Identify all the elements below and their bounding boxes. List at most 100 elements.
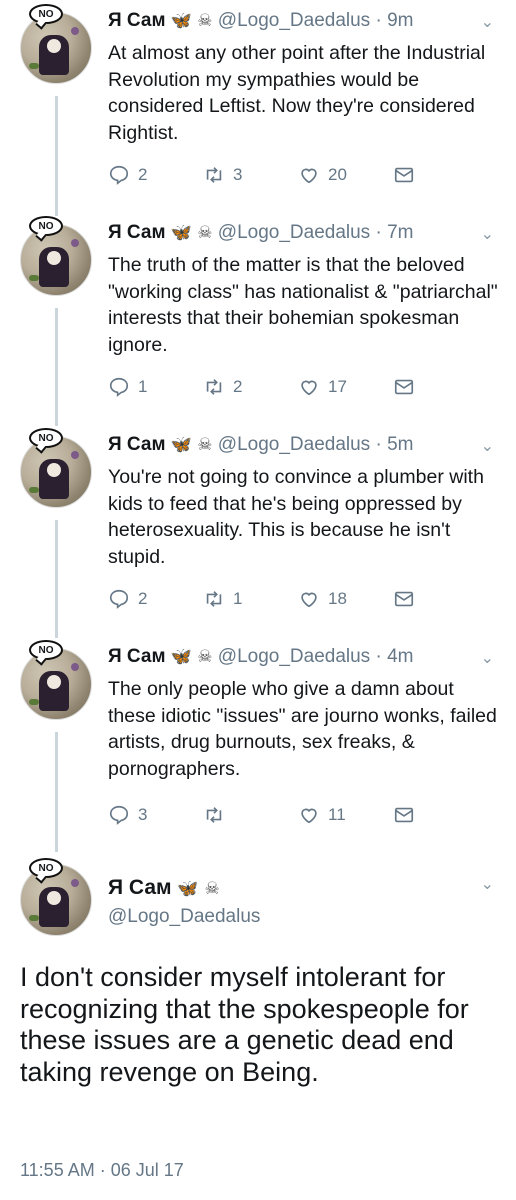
retweet-button[interactable] [203,804,298,826]
user-handle[interactable]: @Logo_Daedalus [108,906,260,928]
chevron-down-icon[interactable]: ⌄ [481,12,494,32]
tweet-time[interactable]: 9m [387,10,413,31]
reply-icon [109,165,129,185]
tweet-text: The truth of the matter is that the belo… [108,254,498,356]
direct-message-button[interactable] [393,588,423,610]
separator-dot: · [375,646,382,667]
tweet-actions: 2 3 20 [108,164,423,186]
focused-tweet-header: Я Сам 🦋 ☠ [108,876,220,900]
envelope-icon [394,167,414,183]
tweet-text: The only people who give a damn about th… [108,678,497,780]
heart-icon [301,808,317,824]
skull-icon: ☠ [197,223,213,242]
tweet-header: Я Сам 🦋 ☠ @Logo_Daedalus · 4m [108,646,413,668]
display-name[interactable]: Я Сам [108,646,166,667]
avatar-no-bubble: NO [29,4,63,24]
reply-count: 1 [138,377,148,396]
tweet[interactable]: NO Я Сам 🦋 ☠ @Logo_Daedalus · 9m ⌄ At al… [0,0,516,212]
like-count: 17 [328,377,347,396]
like-button[interactable]: 17 [298,376,393,398]
display-name[interactable]: Я Сам [108,10,166,31]
direct-message-button[interactable] [393,376,423,398]
like-button[interactable]: 20 [298,164,393,186]
tweet-header: Я Сам 🦋 ☠ @Logo_Daedalus · 5m [108,434,413,456]
skull-icon: ☠ [204,879,220,898]
envelope-icon [394,807,414,823]
retweet-icon [206,591,222,607]
reply-icon [109,805,129,825]
reply-icon [109,377,129,397]
reply-button[interactable]: 2 [108,588,203,610]
avatar-no-bubble: NO [29,640,63,660]
avatar[interactable] [20,436,92,508]
retweet-count: 3 [233,165,243,184]
user-handle[interactable]: @Logo_Daedalus [218,434,370,455]
tweet-header: Я Сам 🦋 ☠ @Logo_Daedalus · 7m [108,222,413,244]
avatar-no-bubble: NO [29,216,63,236]
focused-tweet-text: I don't consider myself intolerant for r… [20,962,469,1087]
heart-icon [301,380,317,396]
tweet-text: At almost any other point after the Indu… [108,42,486,144]
direct-message-button[interactable] [393,164,423,186]
like-count: 18 [328,589,347,608]
butterfly-icon: 🦋 [177,879,199,898]
skull-icon: ☠ [197,647,213,666]
separator-dot: · [375,434,382,455]
tweet-timestamp[interactable]: 11:55 AM · 06 Jul 17 [20,1160,184,1181]
tweet[interactable]: NO Я Сам 🦋 ☠ @Logo_Daedalus · 7m ⌄ The t… [0,212,516,424]
retweet-icon [206,379,222,395]
tweet-actions: 1 2 17 [108,376,423,398]
tweet-time[interactable]: 7m [387,222,413,243]
chevron-down-icon[interactable]: ⌄ [481,648,494,668]
reply-icon [109,589,129,609]
tweet-header: Я Сам 🦋 ☠ @Logo_Daedalus · 9m [108,10,413,32]
butterfly-icon: 🦋 [170,223,192,242]
chevron-down-icon[interactable]: ⌄ [481,224,494,244]
envelope-icon [394,379,414,395]
tweet-time[interactable]: 4m [387,646,413,667]
retweet-icon [206,807,222,823]
tweet[interactable]: NO Я Сам 🦋 ☠ @Logo_Daedalus · 5m ⌄ You'r… [0,424,516,636]
display-name[interactable]: Я Сам [108,876,172,899]
separator-dot: · [375,10,382,31]
retweet-icon [206,167,222,183]
skull-icon: ☠ [197,11,213,30]
avatar-no-bubble: NO [29,428,63,448]
chevron-down-icon[interactable]: ⌄ [481,874,494,894]
display-name[interactable]: Я Сам [108,434,166,455]
avatar[interactable] [20,648,92,720]
like-count: 11 [328,805,346,824]
chevron-down-icon[interactable]: ⌄ [481,436,494,456]
heart-icon [301,592,317,608]
retweet-button[interactable]: 2 [203,376,298,398]
like-button[interactable]: 11 [298,804,393,826]
retweet-button[interactable]: 1 [203,588,298,610]
avatar[interactable] [20,224,92,296]
display-name[interactable]: Я Сам [108,222,166,243]
tweet-actions: 2 1 18 [108,588,423,610]
user-handle[interactable]: @Logo_Daedalus [218,10,370,31]
tweet-time[interactable]: 5m [387,434,413,455]
tweet[interactable]: NO Я Сам 🦋 ☠ @Logo_Daedalus · 4m ⌄ The o… [0,636,516,850]
skull-icon: ☠ [197,435,213,454]
reply-button[interactable]: 1 [108,376,203,398]
reply-count: 2 [138,589,148,608]
reply-count: 3 [138,805,148,824]
reply-count: 2 [138,165,148,184]
user-handle[interactable]: @Logo_Daedalus [218,222,370,243]
retweet-count: 1 [233,589,243,608]
heart-icon [301,168,317,184]
tweet-text: You're not going to convince a plumber w… [108,466,484,568]
butterfly-icon: 🦋 [170,435,192,454]
like-button[interactable]: 18 [298,588,393,610]
reply-button[interactable]: 3 [108,804,203,826]
retweet-count: 2 [233,377,243,396]
tweet-actions: 3 11 [108,804,423,826]
retweet-button[interactable]: 3 [203,164,298,186]
user-handle[interactable]: @Logo_Daedalus [218,646,370,667]
butterfly-icon: 🦋 [170,11,192,30]
like-count: 20 [328,165,347,184]
direct-message-button[interactable] [393,804,423,826]
reply-button[interactable]: 2 [108,164,203,186]
avatar[interactable] [20,12,92,84]
